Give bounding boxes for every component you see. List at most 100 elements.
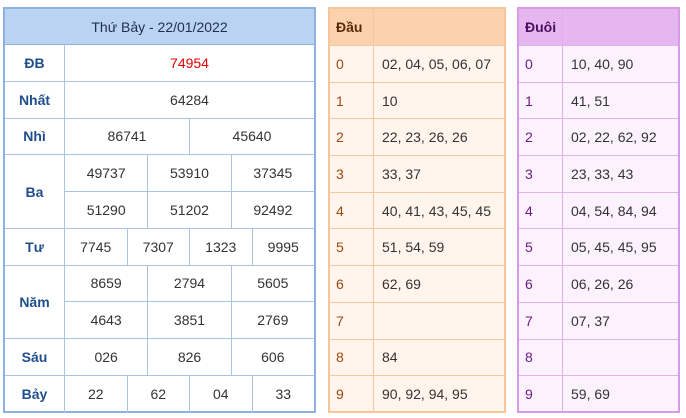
prize-line: 86741 45640 (65, 118, 314, 155)
prize-number: 2769 (230, 302, 314, 338)
prize-line: 4643 3851 2769 (65, 301, 314, 338)
prize-line: 026 826 606 (65, 339, 314, 375)
dau-digit: 9 (330, 376, 374, 412)
results-table: Thứ Bảy - 22/01/2022 ĐB 74954 Nhất 64284 Nhì… (3, 7, 316, 413)
prize-number: 45640 (189, 118, 314, 155)
prize-values: 64284 (65, 82, 314, 118)
prize-number: 22 (87, 386, 104, 403)
duoi-numbers: 07, 37 (571, 312, 610, 329)
dau-header-label: Đầu (330, 9, 374, 45)
dau-row: 6 62, 69 (330, 265, 504, 302)
prize-number: 33 (251, 375, 315, 413)
dau-numbers: 84 (382, 349, 398, 366)
duoi-numbers: 02, 22, 62, 92 (571, 129, 657, 146)
dau-numbers: 40, 41, 43, 45, 45 (382, 202, 491, 219)
prize-values: 49737 53910 37345 51290 51202 92492 (65, 155, 314, 228)
prize-number: 62 (126, 375, 190, 413)
special-prize-number: 74954 (170, 54, 209, 71)
duoi-row: 2 02, 22, 62, 92 (519, 118, 678, 156)
dau-numbers: 62, 69 (382, 275, 421, 292)
duoi-row: 3 23, 33, 43 (519, 155, 678, 192)
duoi-header-values (563, 9, 678, 45)
duoi-rows: 0 10, 40, 90 1 41, 51 2 02, 22, 62, 92 3 23, 33… (519, 45, 678, 412)
prize-values: 74954 (65, 45, 314, 81)
dau-row: 0 02, 04, 05, 06, 07 (330, 45, 504, 82)
prize-label: Sáu (5, 339, 65, 375)
duoi-digit: 2 (519, 119, 563, 156)
prize-values: 026 826 606 (65, 339, 314, 375)
prize-number: 37345 (230, 155, 314, 191)
prize-number: 826 (147, 339, 230, 375)
prize-number: 51290 (86, 201, 126, 218)
dau-row: 3 33, 37 (330, 155, 504, 192)
duoi-numbers: 06, 26, 26 (571, 275, 634, 292)
duoi-row: 0 10, 40, 90 (519, 45, 678, 82)
dau-header: Đầu (330, 9, 504, 45)
duoi-table: Đuôi 0 10, 40, 90 1 41, 51 2 02, 22, 62, 92 3 2… (517, 7, 680, 413)
duoi-digit: 7 (519, 302, 563, 339)
prize-number: 1323 (189, 228, 252, 265)
dau-row: 9 90, 92, 94, 95 (330, 375, 504, 412)
prize-number: 4643 (90, 312, 122, 329)
dau-row: 5 51, 54, 59 (330, 228, 504, 266)
prize-number: 2794 (147, 265, 230, 302)
dau-rows: 0 02, 04, 05, 06, 07 1 10 2 22, 23, 26, 26 3 33… (330, 45, 504, 412)
duoi-digit: 0 (519, 46, 563, 82)
prize-values: 8659 2794 5605 4643 3851 2769 (65, 265, 314, 338)
prize-number: 7307 (126, 228, 190, 265)
duoi-numbers: 05, 45, 45, 95 (571, 239, 657, 256)
prize-number: 64284 (170, 91, 209, 108)
prize-label: Nhì (5, 118, 65, 155)
prize-number: 86741 (107, 128, 147, 145)
dau-digit: 1 (330, 82, 374, 119)
prize-number: 606 (230, 339, 314, 375)
prize-number: 53910 (147, 155, 230, 191)
prize-line: 64284 (65, 82, 314, 118)
prize-row: Năm 8659 2794 5605 4643 3851 2769 (5, 265, 314, 339)
prize-number: 5605 (230, 265, 314, 302)
prize-label: Bảy (5, 375, 65, 413)
dau-digit: 5 (330, 229, 374, 266)
duoi-numbers: 04, 54, 84, 94 (571, 202, 657, 219)
prize-rows: ĐB 74954 Nhất 64284 Nhì 86741 45640 Ba 49737 5391… (5, 45, 314, 413)
duoi-header: Đuôi (519, 9, 678, 45)
duoi-row: 1 41, 51 (519, 81, 678, 119)
dau-numbers: 10 (382, 92, 398, 109)
dau-numbers: 33, 37 (382, 165, 421, 182)
prize-label: Năm (5, 265, 65, 338)
prize-values: 22 62 04 33 (65, 375, 315, 413)
dau-row: 1 10 (330, 81, 504, 119)
duoi-header-label: Đuôi (519, 9, 563, 45)
prize-row: Ba 49737 53910 37345 51290 51202 92492 (5, 155, 314, 229)
prize-row: Nhất 64284 (5, 81, 314, 119)
duoi-numbers: 59, 69 (571, 386, 610, 403)
dau-numbers: 90, 92, 94, 95 (382, 386, 468, 403)
dau-table: Đầu 0 02, 04, 05, 06, 07 1 10 2 22, 23, 26, 2… (328, 7, 506, 413)
prize-line: 49737 53910 37345 (65, 155, 314, 191)
dau-row: 8 84 (330, 338, 504, 376)
dau-row: 2 22, 23, 26, 26 (330, 118, 504, 156)
duoi-row: 9 59, 69 (519, 375, 678, 412)
prize-number: 04 (189, 375, 252, 413)
dau-digit: 0 (330, 46, 374, 82)
prize-row: Sáu 026 826 606 (5, 339, 314, 376)
prize-row: Tư 7745 7307 1323 9995 (5, 228, 314, 266)
prize-number: 92492 (230, 192, 314, 228)
duoi-row: 6 06, 26, 26 (519, 265, 678, 302)
prize-label: Tư (5, 228, 65, 265)
dau-numbers: 22, 23, 26, 26 (382, 129, 468, 146)
dau-digit: 4 (330, 192, 374, 229)
duoi-digit: 3 (519, 156, 563, 192)
dau-numbers: 02, 04, 05, 06, 07 (382, 55, 491, 72)
prize-label: Ba (5, 155, 65, 228)
prize-number: 8659 (90, 275, 122, 292)
duoi-row: 7 07, 37 (519, 301, 678, 339)
duoi-row: 8 (519, 338, 678, 376)
dau-digit: 8 (330, 339, 374, 376)
duoi-digit: 9 (519, 376, 563, 412)
prize-line: 8659 2794 5605 (65, 265, 314, 302)
duoi-digit: 5 (519, 229, 563, 266)
prize-number: 3851 (147, 302, 230, 338)
prize-number: 7745 (80, 238, 112, 255)
dau-digit: 2 (330, 119, 374, 156)
